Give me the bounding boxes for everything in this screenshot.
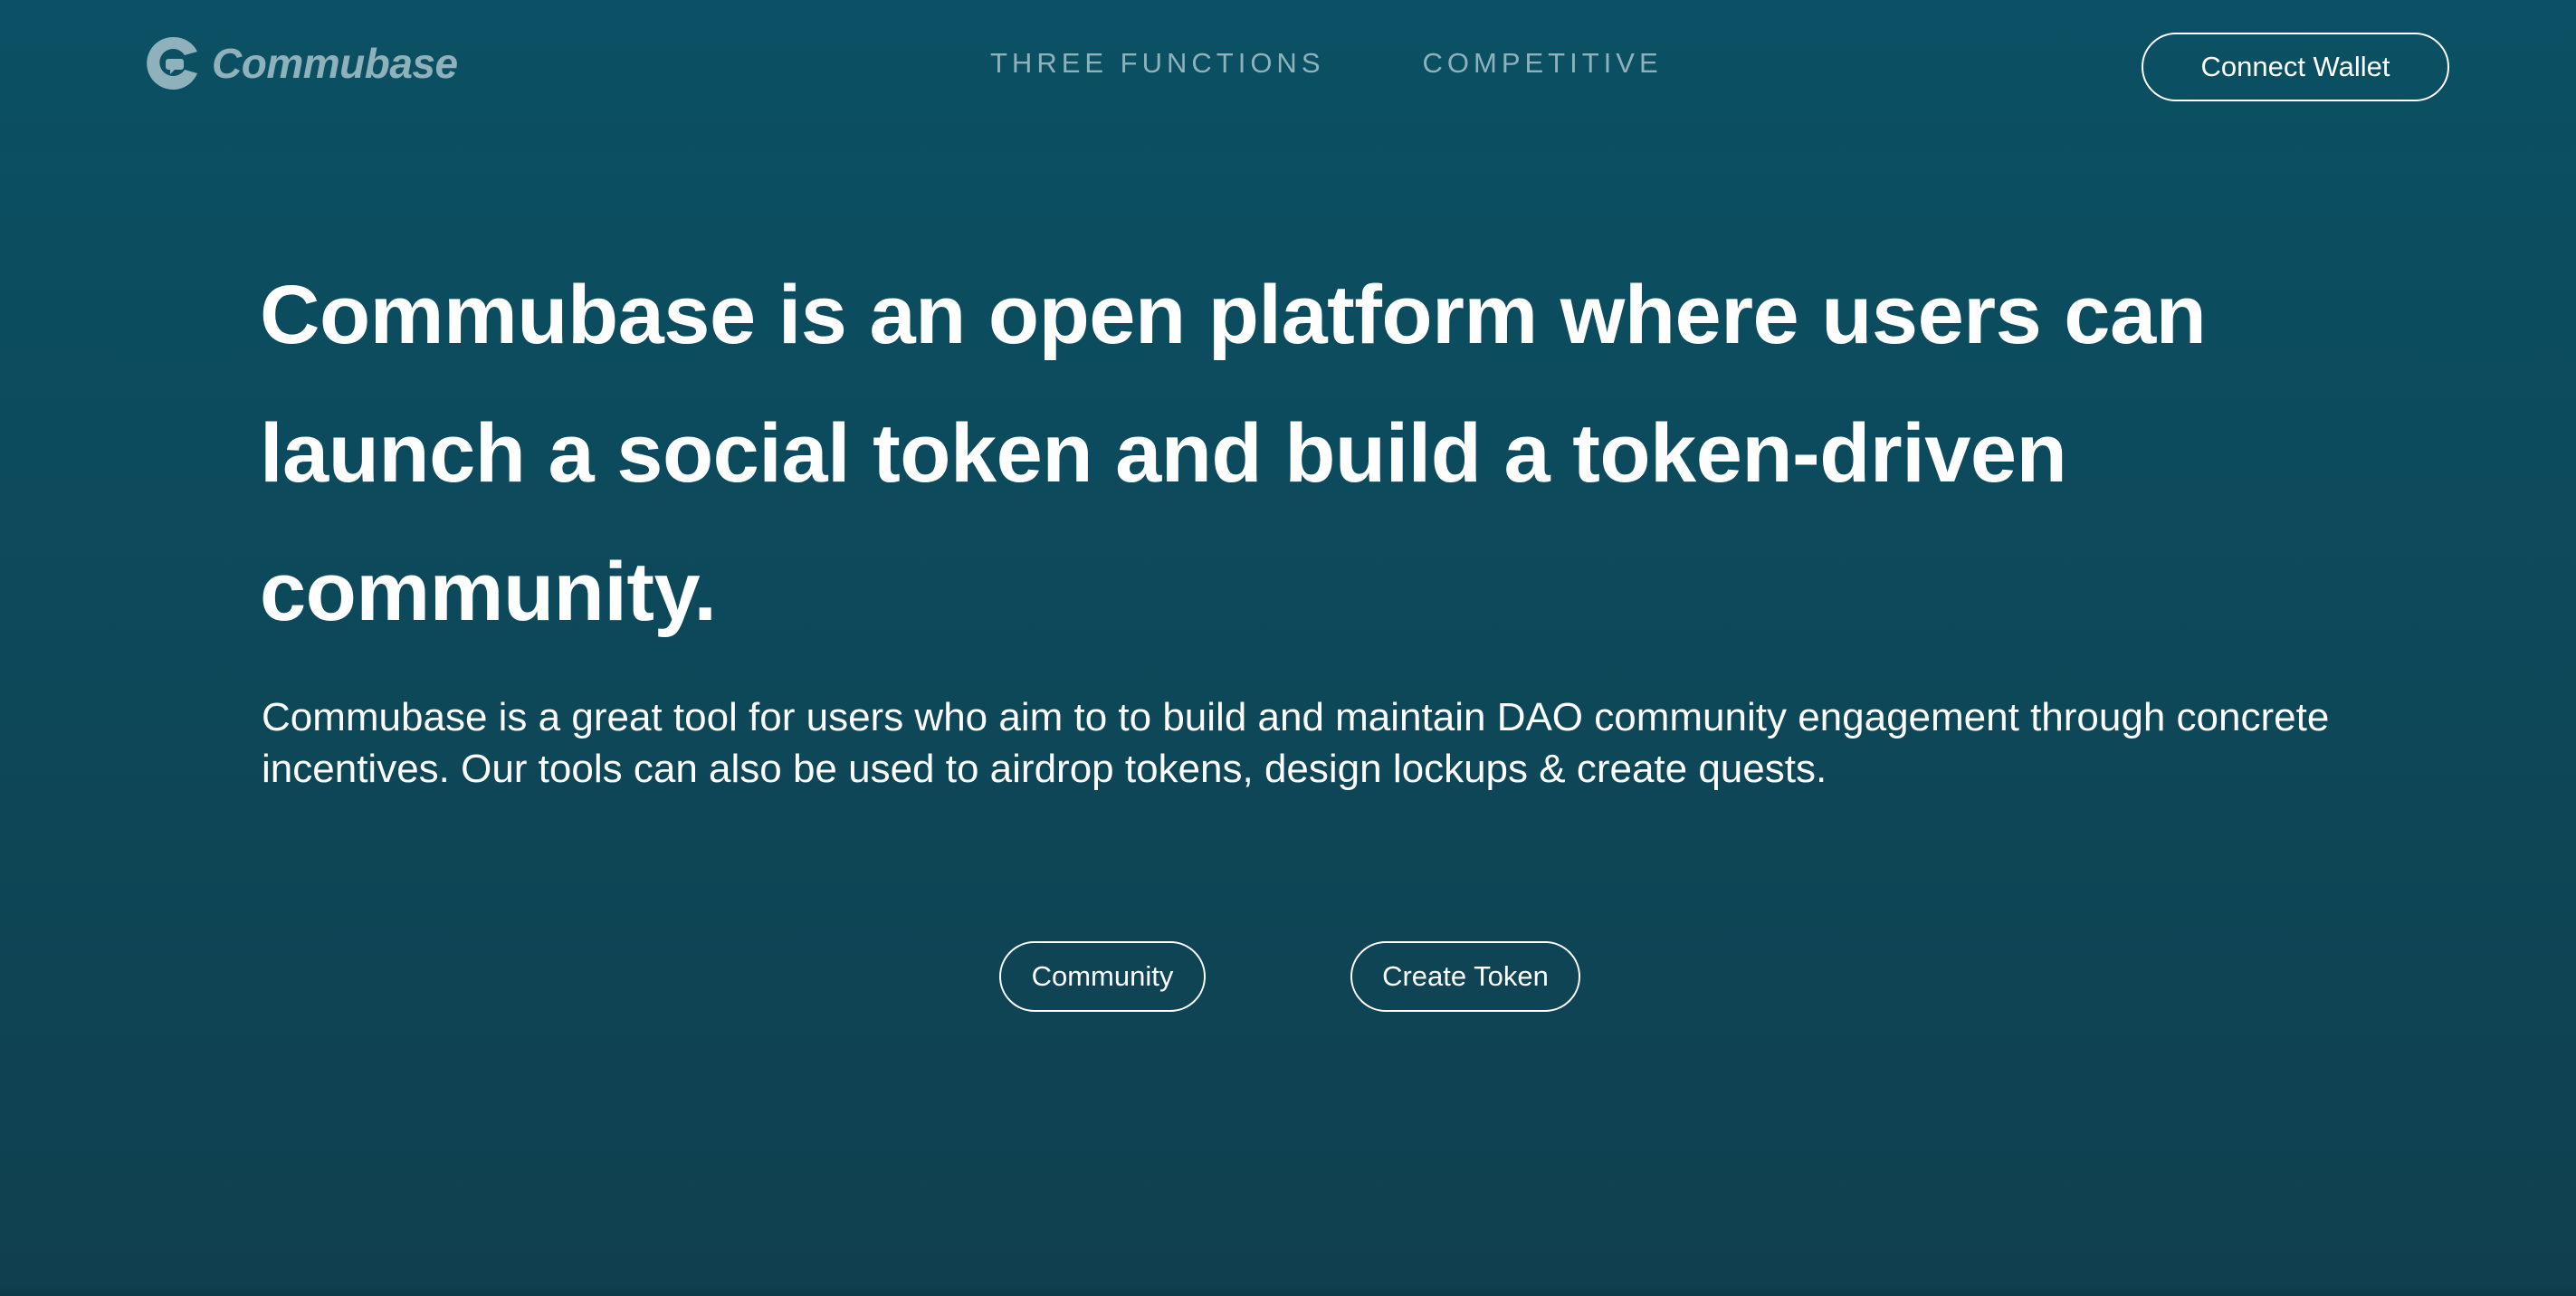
landing-page: Commubase THREE FUNCTIONS COMPETITIVE Co… <box>0 0 2576 1296</box>
hero-actions: Community Create Token <box>0 941 2576 1012</box>
nav-item-competitive[interactable]: COMPETITIVE <box>1423 47 1663 80</box>
commubase-logo-icon <box>147 36 197 90</box>
bottom-divider <box>0 1285 2576 1296</box>
brand-logo[interactable]: Commubase <box>143 33 458 94</box>
community-button[interactable]: Community <box>999 941 1206 1012</box>
brand-name: Commubase <box>212 40 458 87</box>
main-nav: THREE FUNCTIONS COMPETITIVE <box>990 47 1663 80</box>
site-header: Commubase THREE FUNCTIONS COMPETITIVE Co… <box>0 0 2576 136</box>
hero-title: Commubase is an open platform where user… <box>260 269 2207 638</box>
create-token-button[interactable]: Create Token <box>1350 941 1580 1012</box>
nav-item-three-functions[interactable]: THREE FUNCTIONS <box>990 47 1325 80</box>
connect-wallet-button[interactable]: Connect Wallet <box>2142 33 2449 101</box>
hero-description: Commubase is a great tool for users who … <box>262 695 2330 791</box>
